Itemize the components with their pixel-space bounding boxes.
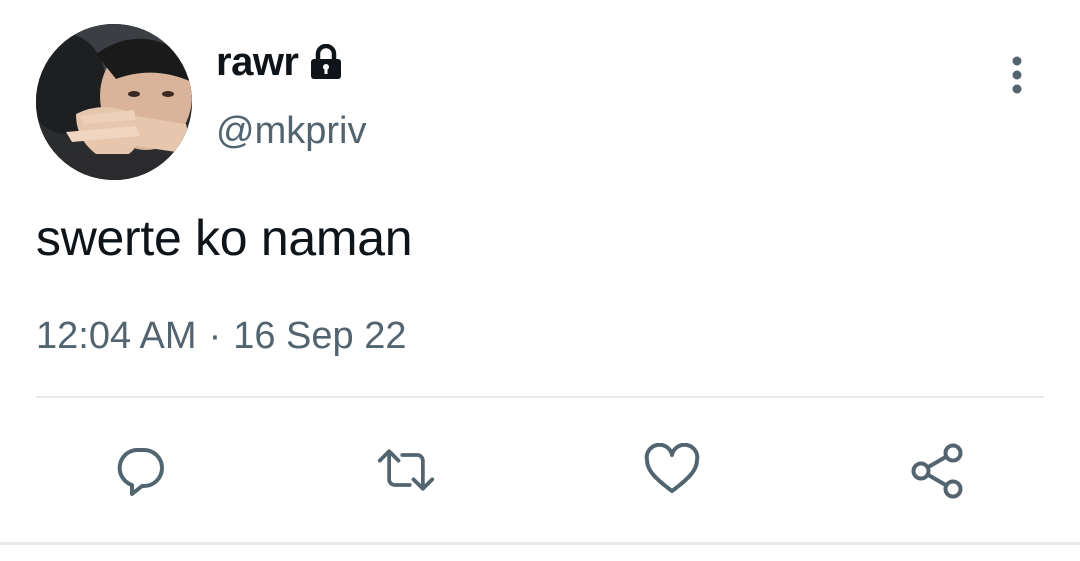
retweet-icon bbox=[377, 449, 435, 491]
retweet-button[interactable] bbox=[376, 440, 436, 500]
avatar-photo bbox=[36, 24, 192, 180]
more-vertical-icon[interactable] bbox=[1004, 54, 1030, 96]
like-button[interactable] bbox=[642, 440, 702, 500]
reply-icon bbox=[117, 448, 164, 496]
share-button[interactable] bbox=[908, 440, 968, 500]
action-bar bbox=[0, 440, 1080, 500]
tweet-text: swerte ko naman bbox=[36, 210, 413, 266]
share-icon bbox=[911, 443, 963, 499]
name-row: rawr bbox=[216, 38, 343, 86]
avatar[interactable] bbox=[36, 24, 192, 180]
tweet-detail: rawr @mkpriv swerte ko naman 12:04 AM · … bbox=[0, 0, 1080, 561]
reply-button[interactable] bbox=[110, 440, 170, 500]
tweet-date: 16 Sep 22 bbox=[233, 315, 407, 357]
heart-icon bbox=[644, 443, 700, 493]
tweet-timestamp[interactable]: 12:04 AM · 16 Sep 22 bbox=[36, 312, 406, 360]
bottom-divider bbox=[0, 542, 1080, 545]
lock-icon bbox=[309, 43, 343, 80]
user-handle[interactable]: @mkpriv bbox=[216, 108, 366, 154]
tweet-time: 12:04 AM bbox=[36, 315, 197, 357]
divider bbox=[36, 396, 1044, 398]
display-name[interactable]: rawr bbox=[216, 38, 299, 86]
meta-separator: · bbox=[208, 315, 222, 357]
